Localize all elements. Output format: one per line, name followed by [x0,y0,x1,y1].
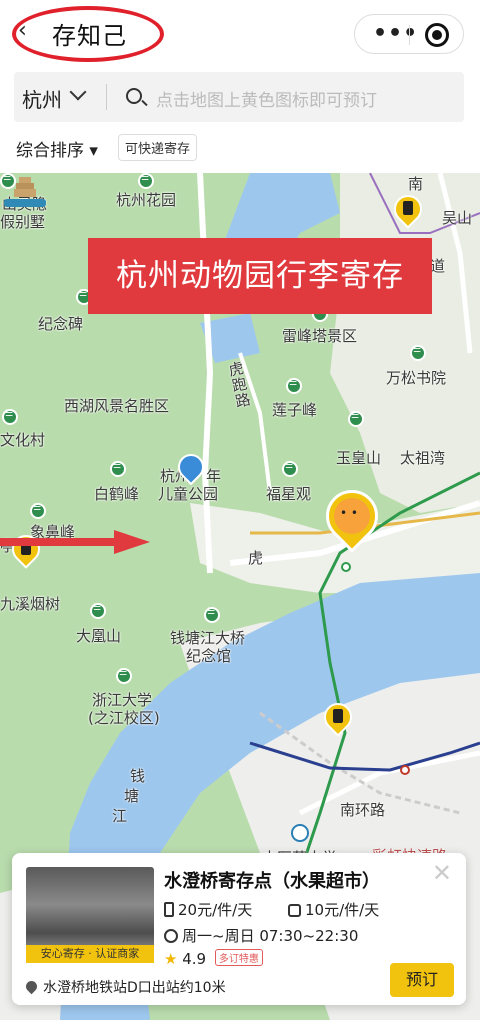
poi-icon [282,461,298,477]
map-label: 道 [430,257,446,275]
clock-icon [164,929,178,943]
zoo-pin-icon [172,448,210,486]
search-input[interactable]: 点击地图上黄色图标即可预订 [156,86,377,111]
map-label: 纪念碑 [38,315,84,333]
poi-icon [90,603,106,619]
poi-icon [348,411,364,427]
luggage-icon [403,201,413,215]
map-label: 南 [408,175,424,193]
price-large-row: 20元/件/天 [164,899,252,920]
pagoda-icon [4,177,46,207]
location-text: 水澄桥地铁站D口出站约10米 [43,980,226,996]
luggage-icon [164,902,174,917]
poi-icon [286,378,302,394]
nav-header: ‹ 存知己 ••• [0,0,480,68]
store-title: 水澄桥寄存点（水果超市） [164,871,380,892]
storage-point-card[interactable]: ✕ 安心寄存 · 认证商家 水澄桥寄存点（水果超市） 20元/件/天 10元/件… [12,853,466,1005]
map-label: 杭州花园 [116,191,177,209]
city-selector[interactable]: 杭州 [22,84,62,113]
cat-mascot-icon [334,498,370,534]
close-icon[interactable]: ✕ [432,859,452,887]
price-large: 20元/件/天 [178,901,253,919]
zoo-location-pin[interactable] [172,448,210,490]
map-label: (之江校区) [88,709,160,727]
express-filter-chip[interactable]: 可快递寄存 [118,134,198,161]
hours-row: 周一~周日 07:30~22:30 [164,925,358,946]
miniprogram-capsule: ••• [354,14,464,54]
poi-icon [204,607,220,623]
map-label: 白鹤峰 [94,485,140,503]
map-label: 钱 [130,767,146,785]
luggage-icon [333,709,343,723]
poi-icon [138,173,154,189]
map-label: 吴山 [442,209,473,227]
map-label: 假别墅 [0,213,46,231]
rating-row: ★ 4.9 多订特惠 [164,949,263,968]
certified-badge: 安心寄存 · 认证商家 [26,945,154,963]
poi-icon [410,345,426,361]
poi-icon [110,461,126,477]
rating-value: 4.9 [182,950,207,968]
chevron-down-icon[interactable] [69,83,87,101]
storage-pin[interactable] [388,189,428,229]
map-label: 玉皇山 [336,449,382,467]
poi-icon [2,409,18,425]
map-label: 南环路 [340,801,386,819]
selected-storage-pin[interactable] [315,479,389,560]
map-label: 大凰山 [76,627,122,645]
search-bar: 杭州 点击地图上黄色图标即可预订 [14,72,464,122]
search-divider [106,84,107,110]
map-label: 九溪烟树 [0,595,61,613]
map-label: 塘 [124,787,140,805]
map-label: 文化村 [0,431,46,449]
map-label: 福星观 [266,485,312,503]
capsule-divider [409,25,410,45]
poi-icon [116,668,132,684]
map-label: 莲子峰 [272,401,318,419]
map-label: 虎 [248,549,264,567]
sort-dropdown[interactable]: 综合排序 ▾ [16,136,98,161]
bag-icon [288,904,301,917]
location-pin-icon [23,978,40,995]
more-icon[interactable]: ••• [373,21,418,46]
map-label: 太祖湾 [400,449,446,467]
map-label: 雷峰塔景区 [282,327,358,345]
opening-hours: 周一~周日 07:30~22:30 [182,927,359,945]
price-small: 10元/件/天 [305,901,380,919]
close-miniprogram-icon[interactable] [425,23,449,47]
map-label: 江 [112,807,128,825]
map-label: 万松书院 [386,369,447,387]
storage-pin[interactable] [318,697,358,737]
poi-icon [30,503,46,519]
location-row: 水澄桥地铁站D口出站约10米 [23,977,226,997]
star-icon: ★ [164,950,178,968]
book-button[interactable]: 预订 [390,963,454,997]
map-label: 纪念馆 [186,647,232,665]
annotation-arrow [0,530,150,554]
price-small-row: 10元/件/天 [288,899,379,920]
search-icon [126,88,142,104]
annotation-banner: 杭州动物园行李寄存 [88,238,432,314]
map-label: 西湖风景名胜区 [64,397,170,415]
discount-badge: 多订特惠 [214,949,263,966]
annotation-circle [12,6,164,62]
